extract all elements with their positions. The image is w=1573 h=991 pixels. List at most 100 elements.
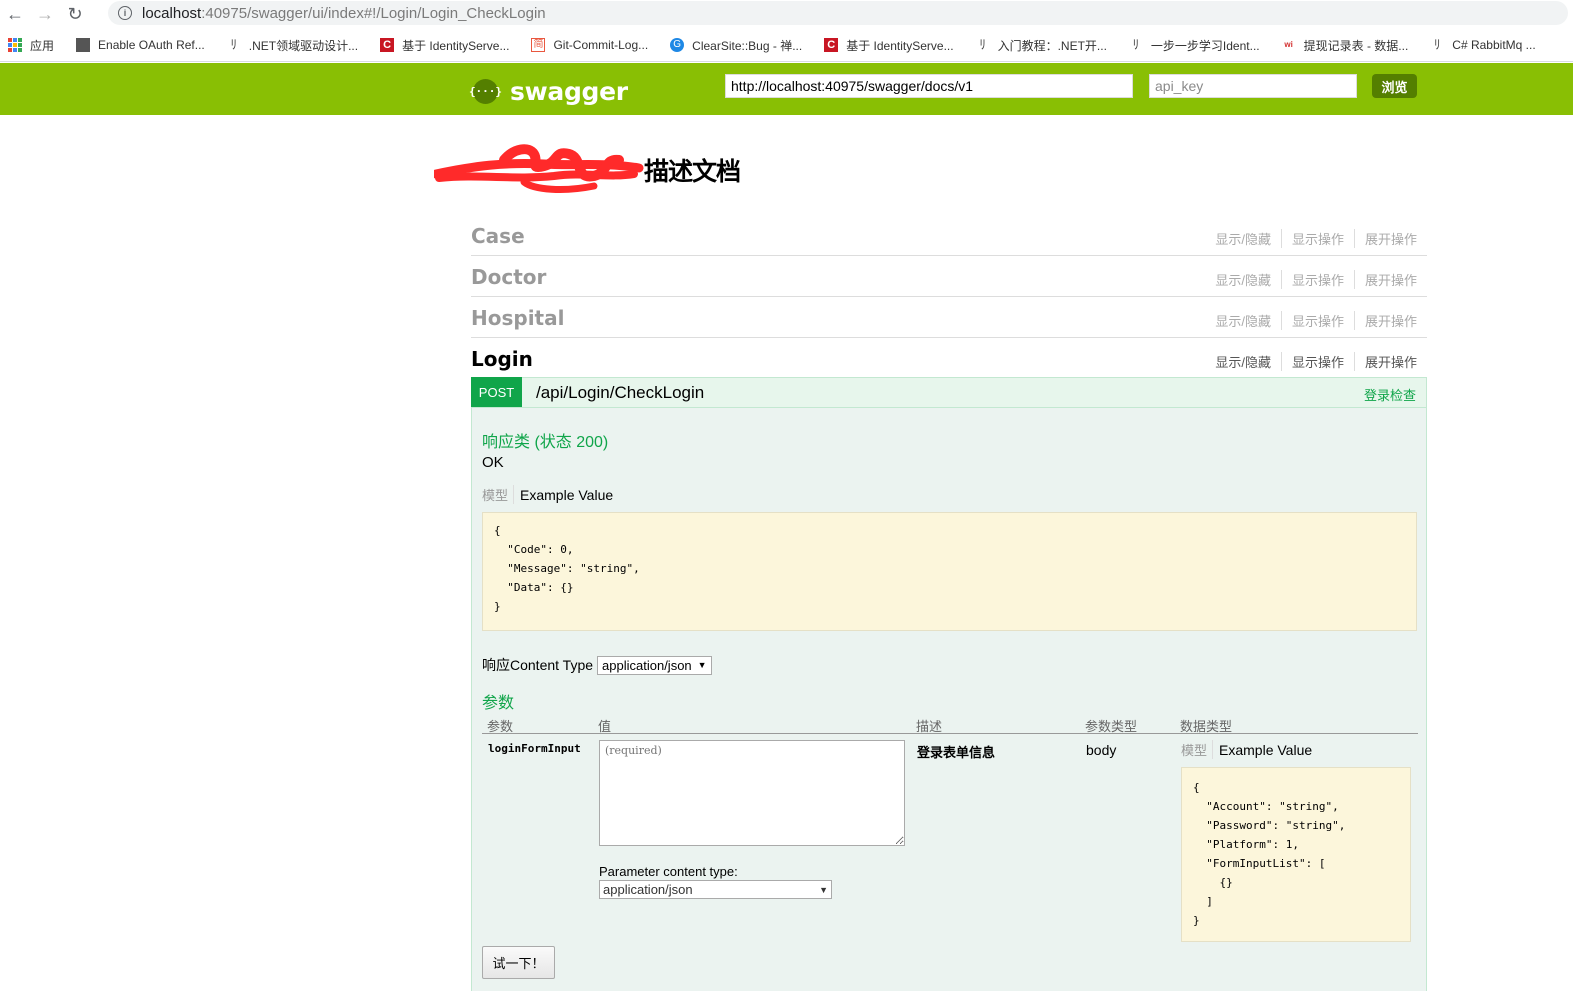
bookmark-item[interactable]: Enable OAuth Ref...: [76, 38, 205, 52]
bookmark-label: ClearSite::Bug - 禅...: [692, 38, 803, 53]
parameters-header: 参数 值 描述 参数类型 数据类型: [482, 715, 1418, 734]
resource-name[interactable]: Case: [471, 224, 525, 248]
toggle-link[interactable]: 显示/隐藏: [1205, 270, 1282, 289]
cnblogs-icon: ﾘ: [1132, 37, 1140, 52]
cnblogs-icon: ﾘ: [230, 37, 238, 52]
explore-button[interactable]: 浏览: [1372, 74, 1417, 98]
swagger-logo-text: swagger: [510, 77, 628, 106]
bookmark-item[interactable]: 简 Git-Commit-Log...: [531, 38, 648, 52]
swagger-logo[interactable]: {···} swagger: [469, 77, 628, 106]
apps-icon: [8, 38, 22, 52]
bookmark-label: 基于 IdentityServe...: [402, 38, 510, 53]
try-it-out-button[interactable]: 试一下！: [482, 946, 555, 979]
bookmark-item[interactable]: wi 提现记录表 - 数据...: [1282, 37, 1409, 54]
col-description: 描述: [916, 719, 943, 734]
response-content-type-row: 响应Content Type application/json ▼: [482, 655, 1418, 675]
bookmark-item[interactable]: C 基于 IdentityServe...: [824, 37, 954, 54]
operation-post-checklogin: POST /api/Login/CheckLogin 登录检查 响应类 (状态 …: [471, 377, 1427, 991]
bookmark-label: 基于 IdentityServe...: [846, 38, 954, 53]
http-method-badge[interactable]: POST: [471, 377, 522, 407]
bookmarks-bar: 应用 Enable OAuth Ref... ﾘ .NET领域驱动设计... C…: [0, 29, 1573, 62]
response-status-text: OK: [482, 454, 504, 471]
bookmark-item[interactable]: ﾘ 入门教程：.NET开...: [976, 37, 1107, 54]
bookmark-label: 一步一步学习Ident...: [1150, 38, 1260, 53]
resource-ops: 显示/隐藏 显示操作 展开操作: [1205, 270, 1417, 289]
bookmark-label: 提现记录表 - 数据...: [1303, 38, 1409, 53]
parameter-content-type-select[interactable]: application/json ▼: [599, 880, 832, 899]
tab-example-value[interactable]: Example Value: [1219, 742, 1312, 758]
resource-ops: 显示/隐藏 显示操作 展开操作: [1205, 311, 1417, 330]
list-operations-link[interactable]: 显示操作: [1282, 311, 1355, 330]
resource-ops: 显示/隐藏 显示操作 展开操作: [1205, 229, 1417, 248]
operation-content: 响应类 (状态 200) OK 模型 Example Value { "Code…: [482, 428, 1418, 944]
expand-operations-link[interactable]: 展开操作: [1355, 352, 1417, 371]
bookmark-label: Git-Commit-Log...: [553, 38, 649, 52]
bookmark-label: .NET领域驱动设计...: [248, 38, 359, 53]
resource-name[interactable]: Hospital: [471, 306, 564, 330]
resource-name[interactable]: Doctor: [471, 265, 546, 289]
parameter-value-input[interactable]: [599, 740, 905, 846]
redaction-scribble: [434, 144, 644, 193]
zentao-icon: G: [670, 38, 685, 52]
back-arrow-icon[interactable]: ←: [0, 0, 30, 28]
expand-operations-link[interactable]: 展开操作: [1355, 270, 1417, 289]
api-key-input[interactable]: [1149, 74, 1357, 98]
cnblogs-icon: ﾘ: [979, 37, 986, 52]
tab-example-value[interactable]: Example Value: [520, 487, 613, 503]
toggle-link[interactable]: 显示/隐藏: [1205, 229, 1282, 248]
parameter-type: body: [1086, 742, 1117, 758]
address-bar[interactable]: i localhost:40975/swagger/ui/index#!/Log…: [108, 1, 1568, 25]
swagger-header: {···} swagger 浏览: [0, 63, 1573, 115]
response-content-type-label: 响应Content Type: [482, 657, 594, 673]
info-icon[interactable]: i: [118, 6, 132, 20]
tab-model[interactable]: 模型: [1181, 740, 1214, 759]
tab-model[interactable]: 模型: [482, 485, 515, 504]
parameter-name: loginFormInput: [488, 742, 581, 755]
bookmark-item[interactable]: ﾘ .NET领域驱动设计...: [227, 37, 359, 54]
operation-path[interactable]: /api/Login/CheckLogin: [536, 383, 704, 403]
resource-login: Login 显示/隐藏 显示操作 展开操作: [471, 338, 1427, 379]
toggle-link[interactable]: 显示/隐藏: [1205, 311, 1282, 330]
bookmark-label: 应用: [30, 38, 55, 53]
list-operations-link[interactable]: 显示操作: [1282, 352, 1355, 371]
select-value: application/json: [602, 657, 692, 673]
response-signature-tabs: 模型 Example Value: [482, 485, 1418, 504]
resources-list: Case 显示/隐藏 显示操作 展开操作 Doctor 显示/隐藏 显示操作 展…: [471, 215, 1427, 379]
bookmark-item[interactable]: ﾘ 一步一步学习Ident...: [1129, 37, 1260, 54]
parameter-content-type-label: Parameter content type:: [599, 864, 738, 879]
dropdown-arrow-icon: ▼: [819, 884, 828, 895]
swagger-logo-icon: {···}: [469, 79, 502, 104]
response-class-title: 响应类 (状态 200): [482, 434, 609, 451]
dropdown-arrow-icon: ▼: [697, 660, 707, 670]
col-data-type: 数据类型: [1180, 719, 1233, 734]
bookmark-apps[interactable]: 应用: [8, 37, 54, 54]
response-content-type-select[interactable]: application/json ▼: [597, 655, 712, 675]
col-param-type: 参数类型: [1085, 719, 1138, 734]
resource-ops: 显示/隐藏 显示操作 展开操作: [1205, 352, 1417, 371]
response-example-code[interactable]: { "Code": 0, "Message": "string", "Data"…: [482, 512, 1417, 631]
parameters-title: 参数: [482, 695, 515, 712]
base-url-input[interactable]: [725, 74, 1133, 98]
operation-heading[interactable]: POST /api/Login/CheckLogin 登录检查: [471, 377, 1426, 408]
expand-operations-link[interactable]: 展开操作: [1355, 229, 1417, 248]
cnblogs-icon: ﾘ: [1434, 37, 1441, 52]
operation-summary[interactable]: 登录检查: [1364, 385, 1416, 404]
bookmark-item[interactable]: C 基于 IdentityServe...: [380, 37, 509, 54]
bookmark-item[interactable]: G ClearSite::Bug - 禅...: [670, 37, 802, 54]
expand-operations-link[interactable]: 展开操作: [1355, 311, 1417, 330]
parameter-description: 登录表单信息: [917, 745, 996, 760]
toggle-link[interactable]: 显示/隐藏: [1205, 352, 1282, 371]
resource-doctor: Doctor 显示/隐藏 显示操作 展开操作: [471, 256, 1427, 297]
forward-arrow-icon[interactable]: →: [30, 0, 60, 28]
param-signature-tabs: 模型 Example Value: [1181, 740, 1411, 759]
reload-icon[interactable]: ↻: [60, 0, 90, 28]
parameter-example-code[interactable]: { "Account": "string", "Password": "stri…: [1181, 767, 1411, 942]
bookmark-label: C# RabbitMq ...: [1452, 38, 1536, 52]
bookmark-item[interactable]: ﾘ C# RabbitMq ...: [1430, 37, 1536, 53]
url-host: localhost: [142, 4, 202, 22]
list-operations-link[interactable]: 显示操作: [1282, 229, 1355, 248]
bookmark-label: 入门教程：.NET开...: [997, 38, 1107, 53]
parameter-row: loginFormInput Parameter content type: a…: [482, 734, 1418, 944]
resource-name[interactable]: Login: [471, 347, 533, 371]
list-operations-link[interactable]: 显示操作: [1282, 270, 1355, 289]
